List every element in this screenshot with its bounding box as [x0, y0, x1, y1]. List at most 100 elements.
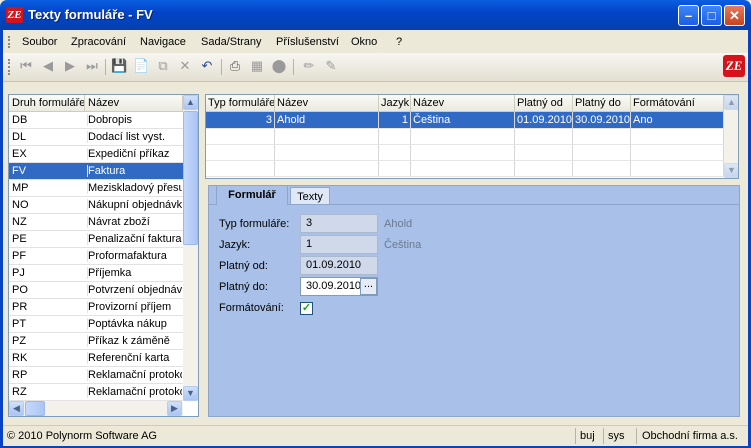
maximize-button[interactable]: □ — [701, 5, 722, 26]
list-item[interactable]: EX Expediční příkaz — [9, 146, 183, 163]
empty-table-row[interactable] — [206, 145, 724, 161]
list-item-code: RK — [12, 352, 28, 364]
tree-icon[interactable]: ▦ — [249, 58, 265, 74]
status-db: sys — [608, 430, 625, 442]
list-item[interactable]: PF Proformafaktura — [9, 248, 183, 265]
list-item-code: PZ — [12, 335, 27, 347]
list-item[interactable]: PJ Příjemka — [9, 265, 183, 282]
list-item[interactable]: PZ Příkaz k záměně — [9, 333, 183, 350]
grid-cell-formatovani: Ano — [631, 112, 724, 129]
list-item[interactable]: RP Reklamační protokol — [9, 367, 183, 384]
column-header-druh[interactable]: Druh formuláře — [9, 95, 85, 112]
edit-all-icon[interactable]: ✎ — [323, 58, 339, 74]
previous-record-icon[interactable]: ◀ — [40, 58, 56, 74]
grid-cell-empty — [379, 145, 411, 161]
copy-icon[interactable]: ⧉ — [155, 58, 171, 74]
list-item[interactable]: PR Provizorní příjem — [9, 299, 183, 316]
stop-icon[interactable]: ⬤ — [271, 58, 287, 74]
grid-cell-empty — [631, 129, 724, 145]
list-item-name: Dobropis — [87, 114, 182, 126]
grid-header-jazyk[interactable]: Jazyk — [379, 95, 411, 112]
tab-texty[interactable]: Texty — [290, 187, 330, 205]
list-item[interactable]: PE Penalizační faktura — [9, 231, 183, 248]
next-record-icon[interactable]: ▶ — [62, 58, 78, 74]
list-item[interactable]: DB Dobropis — [9, 112, 183, 129]
grid-header-nazev[interactable]: Název — [275, 95, 379, 112]
menu-okno[interactable]: Okno — [351, 36, 377, 48]
grid-scroll-up-icon[interactable]: ▲ — [724, 95, 738, 110]
new-record-icon[interactable]: 📄 — [133, 58, 149, 74]
platny-do-label: Platný do: — [219, 281, 268, 293]
grid-cell-empty — [206, 145, 275, 161]
grid-header-platny-od[interactable]: Platný od — [515, 95, 573, 112]
platny-od-picker-icon[interactable] — [362, 257, 377, 274]
form-texts-grid[interactable]: Typ formuláře Název Jazyk Název Platný o… — [205, 94, 739, 179]
empty-table-row[interactable] — [206, 129, 724, 145]
print-icon[interactable]: ⎙ — [227, 58, 243, 74]
first-record-icon[interactable]: ⏮ — [18, 58, 34, 74]
scroll-right-icon[interactable]: ▶ — [167, 401, 182, 416]
grid-header-nazev-jazyk[interactable]: Název — [411, 95, 515, 112]
list-item[interactable]: PT Poptávka nákup — [9, 316, 183, 333]
grid-cell-nazev-jazyk: Čeština — [411, 112, 515, 129]
status-separator — [636, 428, 637, 444]
scroll-left-icon[interactable]: ◀ — [9, 401, 24, 416]
minimize-button[interactable]: – — [678, 5, 699, 26]
grid-header-platny-do[interactable]: Platný do — [573, 95, 631, 112]
formatovani-checkbox[interactable]: ✓ — [300, 302, 313, 315]
menu-help[interactable]: ? — [396, 36, 402, 48]
menu-soubor[interactable]: Soubor — [22, 36, 57, 48]
undo-icon[interactable]: ↶ — [199, 58, 215, 74]
grid-cell-empty — [206, 161, 275, 177]
save-icon[interactable]: 💾 — [111, 58, 127, 74]
list-item[interactable]: NO Nákupní objednávka — [9, 197, 183, 214]
grid-cell-empty — [631, 145, 724, 161]
list-item[interactable]: MP Meziskladový přesun — [9, 180, 183, 197]
list-vertical-scrollbar[interactable]: ▲ ▼ — [183, 95, 198, 401]
platny-do-picker-button[interactable]: ... — [360, 278, 377, 295]
empty-table-row[interactable] — [206, 161, 724, 177]
grid-cell-platny-od: 01.09.2010 — [515, 112, 573, 129]
list-item[interactable]: RZ Reklamační protokol — [9, 384, 183, 401]
list-item[interactable]: NZ Návrat zboží — [9, 214, 183, 231]
last-record-icon[interactable]: ⏭ — [84, 58, 100, 74]
list-item[interactable]: PO Potvrzení objednávky — [9, 282, 183, 299]
delete-icon[interactable]: ✕ — [177, 58, 193, 74]
grid-cell-empty — [411, 145, 515, 161]
list-horizontal-scrollbar[interactable]: ◀ ▶ — [9, 401, 183, 416]
list-item-code: EX — [12, 148, 27, 160]
grid-header-typ[interactable]: Typ formuláře — [206, 95, 275, 112]
jazyk-label: Jazyk: — [219, 239, 251, 251]
list-item[interactable]: DL Dodací list vyst. — [9, 129, 183, 146]
list-item-name: Expediční příkaz — [87, 148, 182, 160]
menu-prislusenstvi[interactable]: Příslušenství — [276, 36, 339, 48]
table-row[interactable]: 3 Ahold 1 Čeština 01.09.2010 30.09.2010 … — [206, 112, 724, 129]
typ-formulare-dropdown-icon[interactable] — [362, 215, 377, 232]
list-item-name: Referenční karta — [87, 352, 182, 364]
close-button[interactable]: ✕ — [724, 5, 745, 26]
list-item-name: Reklamační protokol — [87, 386, 182, 398]
list-item-name: Příkaz k záměně — [87, 335, 182, 347]
menu-navigace[interactable]: Navigace — [140, 36, 186, 48]
scroll-up-icon[interactable]: ▲ — [183, 95, 198, 110]
status-company: Obchodní firma a.s. — [642, 430, 738, 442]
grid-header-formatovani[interactable]: Formátování — [631, 95, 724, 112]
scroll-down-icon[interactable]: ▼ — [183, 386, 198, 401]
tab-formular[interactable]: Formulář — [216, 185, 288, 205]
form-type-list[interactable]: Druh formuláře Název DB Dobropis DL Dodací … — [8, 94, 199, 417]
grid-scroll-down-icon[interactable]: ▼ — [724, 163, 738, 178]
list-item[interactable]: FV Faktura — [9, 163, 183, 180]
grid-vertical-scrollbar[interactable]: ▲ ▼ — [724, 95, 738, 178]
grid-cell-empty — [275, 145, 379, 161]
edit-icon[interactable]: ✏ — [301, 58, 317, 74]
list-item[interactable]: RK Referenční karta — [9, 350, 183, 367]
menu-grip-icon — [8, 36, 12, 48]
menu-zpracovani[interactable]: Zpracování — [71, 36, 126, 48]
scrollbar-thumb[interactable] — [183, 111, 198, 245]
column-header-nazev[interactable]: Název — [85, 95, 183, 112]
jazyk-dropdown-icon[interactable] — [362, 236, 377, 253]
title-bar[interactable]: ZE Texty formuláře - FV – □ ✕ — [0, 0, 751, 30]
h-scrollbar-thumb[interactable] — [25, 401, 45, 416]
menu-sada-strany[interactable]: Sada/Strany — [201, 36, 262, 48]
grid-cell-empty — [631, 161, 724, 177]
